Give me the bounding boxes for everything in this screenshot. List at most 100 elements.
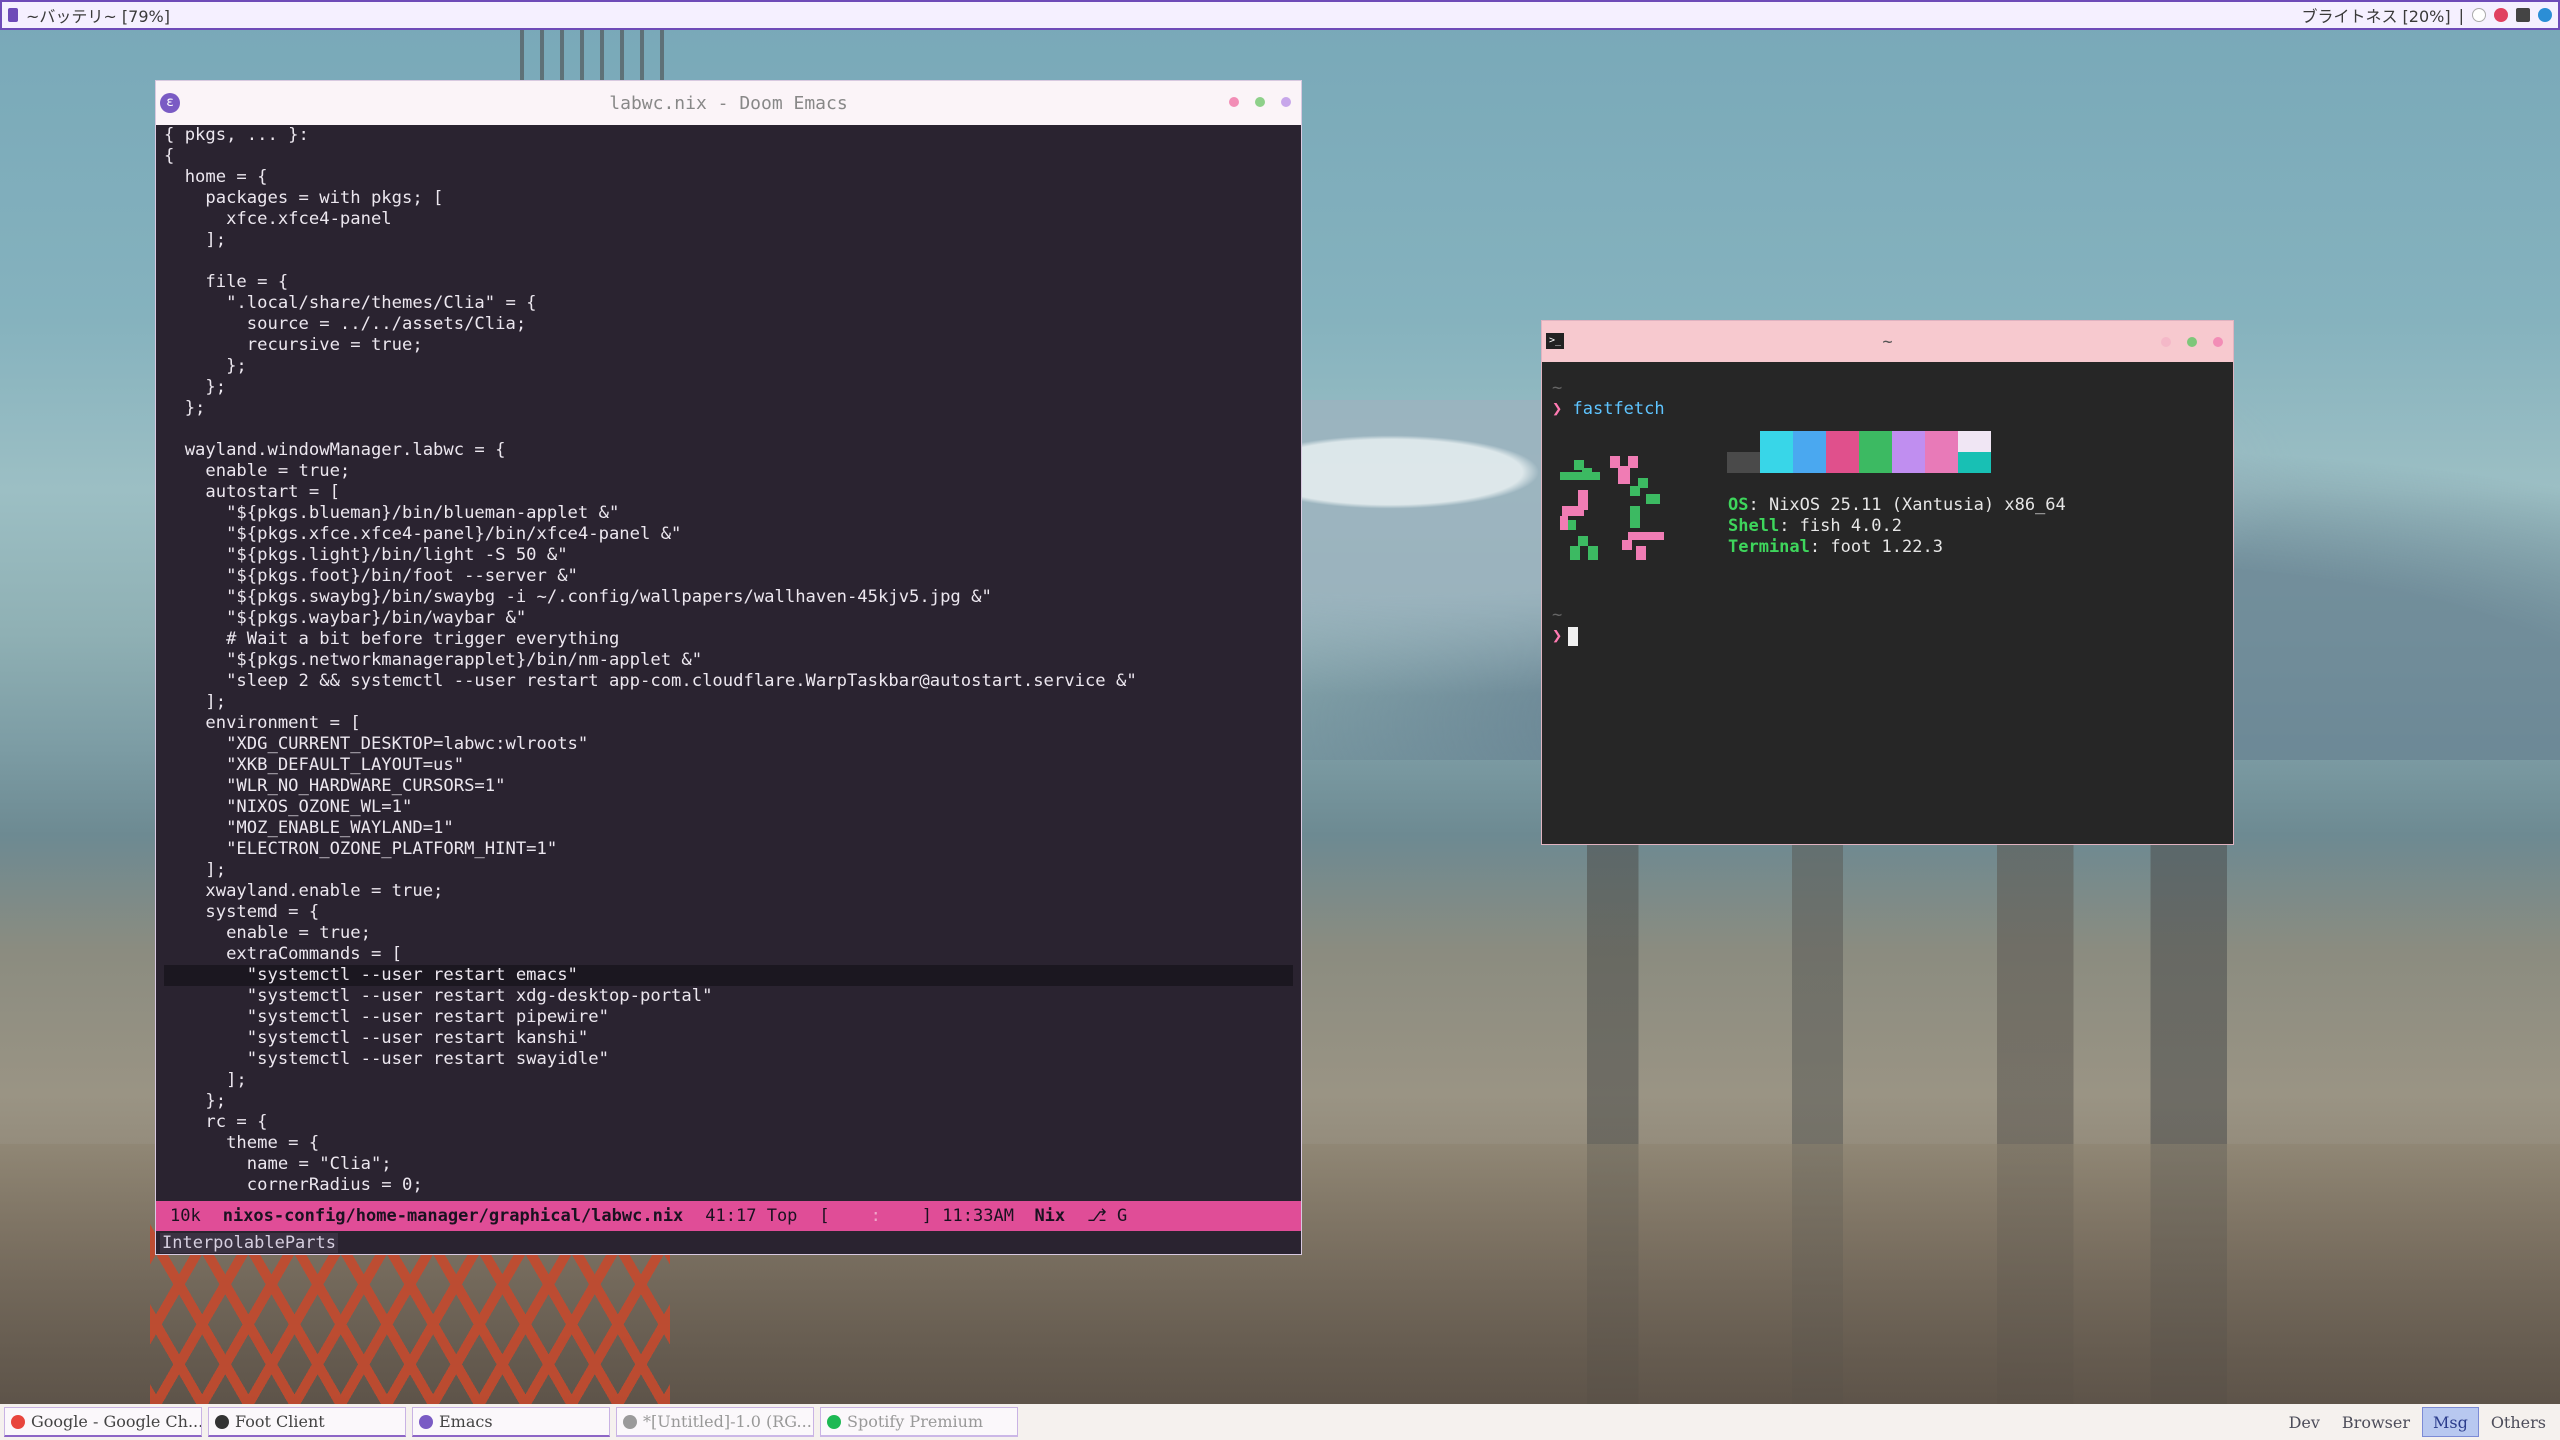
taskbar-item-label: Emacs	[439, 1412, 493, 1431]
code-line[interactable]: ".local/share/themes/Clia" = {	[164, 293, 1293, 314]
code-line[interactable]: "ELECTRON_OZONE_PLATFORM_HINT=1"	[164, 839, 1293, 860]
code-line[interactable]: ];	[164, 230, 1293, 251]
terminal-content[interactable]: ~ ❯ fastfetch OS: NixOS 25.11 (Xantusia)	[1542, 362, 2233, 844]
sysinfo-shell: Shell: fish 4.0.2	[1728, 516, 1903, 536]
wallpaper-tower-top	[520, 28, 680, 88]
minimize-button[interactable]	[2213, 337, 2223, 347]
code-line[interactable]: "${pkgs.swaybg}/bin/swaybg -i ~/.config/…	[164, 587, 1293, 608]
taskbar-item[interactable]: Google - Google Ch...	[4, 1407, 202, 1437]
code-line[interactable]: theme = {	[164, 1133, 1293, 1154]
code-line[interactable]: "WLR_NO_HARDWARE_CURSORS=1"	[164, 776, 1293, 797]
code-line[interactable]: "XKB_DEFAULT_LAYOUT=us"	[164, 755, 1293, 776]
brightness-label[interactable]: ブライトネス [20%]	[2301, 3, 2450, 27]
cloud-icon[interactable]	[2472, 8, 2486, 22]
code-line[interactable]: { pkgs, ... }:	[164, 125, 1293, 146]
code-line[interactable]: ];	[164, 692, 1293, 713]
taskbar-item[interactable]: *[Untitled]-1.0 (RG...	[616, 1407, 814, 1437]
code-line[interactable]: "NIXOS_OZONE_WL=1"	[164, 797, 1293, 818]
command-line: ❯ fastfetch	[1552, 399, 1665, 419]
modeline: 10k nixos-config/home-manager/graphical/…	[156, 1201, 1301, 1231]
taskbar: Google - Google Ch... Foot Client Emacs *[U…	[0, 1404, 2560, 1440]
code-line[interactable]: "systemctl --user restart pipewire"	[164, 1007, 1293, 1028]
code-line[interactable]: "${pkgs.xfce.xfce4-panel}/bin/xfce4-pane…	[164, 524, 1293, 545]
minimize-button[interactable]	[1281, 97, 1291, 107]
code-line[interactable]: systemd = {	[164, 902, 1293, 923]
code-line[interactable]: # Wait a bit before trigger everything	[164, 629, 1293, 650]
nixos-logo-icon	[1560, 456, 1664, 560]
code-line[interactable]: };	[164, 377, 1293, 398]
separator: |	[2458, 5, 2464, 25]
close-button[interactable]	[2161, 337, 2171, 347]
foot-titlebar[interactable]: >_ ~	[1542, 321, 2233, 362]
code-line[interactable]: xwayland.enable = true;	[164, 881, 1293, 902]
emacs-titlebar[interactable]: ε labwc.nix - Doom Emacs	[156, 81, 1301, 125]
code-line[interactable]: file = {	[164, 272, 1293, 293]
code-line[interactable]: "systemctl --user restart kanshi"	[164, 1028, 1293, 1049]
code-line[interactable]: cornerRadius = 0;	[164, 1175, 1293, 1196]
workspace-switcher: Dev Browser Msg Others	[2279, 1407, 2556, 1437]
network-icon[interactable]	[2516, 8, 2530, 22]
code-line[interactable]: packages = with pkgs; [	[164, 188, 1293, 209]
app-icon	[419, 1414, 433, 1429]
close-button[interactable]	[1229, 97, 1239, 107]
code-line[interactable]: "systemctl --user restart swayidle"	[164, 1049, 1293, 1070]
code-line[interactable]: };	[164, 356, 1293, 377]
warp-icon[interactable]	[2538, 8, 2552, 22]
code-line[interactable]: enable = true;	[164, 923, 1293, 944]
color-palette	[1727, 431, 1991, 473]
code-line[interactable]: environment = [	[164, 713, 1293, 734]
active-prompt[interactable]: ~ ❯	[1552, 605, 1579, 647]
code-line[interactable]: ];	[164, 860, 1293, 881]
code-line[interactable]: wayland.windowManager.labwc = {	[164, 440, 1293, 461]
workspace-button[interactable]: Dev	[2279, 1407, 2330, 1437]
taskbar-item-label: Foot Client	[235, 1412, 325, 1431]
code-line[interactable]: {	[164, 146, 1293, 167]
code-line[interactable]: recursive = true;	[164, 335, 1293, 356]
code-line[interactable]: autostart = [	[164, 482, 1293, 503]
emacs-window[interactable]: ε labwc.nix - Doom Emacs { pkgs, ... }:{…	[156, 81, 1301, 1254]
code-line[interactable]: rc = {	[164, 1112, 1293, 1133]
window-controls	[2161, 337, 2223, 347]
app-icon	[215, 1414, 229, 1429]
code-line[interactable]: "${pkgs.light}/bin/light -S 50 &"	[164, 545, 1293, 566]
taskbar-item[interactable]: Spotify Premium	[820, 1407, 1018, 1437]
code-line[interactable]: source = ../../assets/Clia;	[164, 314, 1293, 335]
code-line[interactable]	[164, 251, 1293, 272]
workspace-button[interactable]: Msg	[2421, 1407, 2479, 1437]
workspace-button[interactable]: Others	[2481, 1407, 2556, 1437]
taskbar-item[interactable]: Emacs	[412, 1407, 610, 1437]
code-line[interactable]: "XDG_CURRENT_DESKTOP=labwc:wlroots"	[164, 734, 1293, 755]
bluetooth-icon[interactable]	[2494, 8, 2508, 22]
code-line[interactable]: "${pkgs.blueman}/bin/blueman-applet &"	[164, 503, 1293, 524]
emacs-window-title: labwc.nix - Doom Emacs	[609, 92, 848, 114]
code-line[interactable]: enable = true;	[164, 461, 1293, 482]
buffer-path: nixos-config/home-manager/graphical/labw…	[222, 1206, 684, 1226]
modeline-misc: [ : ] 11:33AM Nix	[819, 1206, 1066, 1226]
taskbar-item[interactable]: Foot Client	[208, 1407, 406, 1437]
code-line[interactable]: "${pkgs.networkmanagerapplet}/bin/nm-app…	[164, 650, 1293, 671]
code-line[interactable]: "systemctl --user restart emacs"	[164, 965, 1293, 986]
workspace-button[interactable]: Browser	[2332, 1407, 2420, 1437]
battery-icon	[8, 8, 18, 22]
code-line[interactable]: "systemctl --user restart xdg-desktop-po…	[164, 986, 1293, 1007]
code-line[interactable]: extraCommands = [	[164, 944, 1293, 965]
palette-swatch	[1892, 431, 1925, 473]
minibuffer[interactable]: InterpolableParts	[156, 1231, 1301, 1254]
code-line[interactable]: "MOZ_ENABLE_WAYLAND=1"	[164, 818, 1293, 839]
code-line[interactable]: name = "Clia";	[164, 1154, 1293, 1175]
code-line[interactable]: ];	[164, 1070, 1293, 1091]
editor-buffer[interactable]: { pkgs, ... }:{ home = { packages = with…	[156, 125, 1301, 1201]
code-line[interactable]	[164, 419, 1293, 440]
sysinfo-os: OS: NixOS 25.11 (Xantusia) x86_64	[1728, 495, 2066, 515]
maximize-button[interactable]	[1255, 97, 1265, 107]
code-line[interactable]: xfce.xfce4-panel	[164, 209, 1293, 230]
battery-label[interactable]: ~バッテリ~ [79%]	[26, 3, 170, 27]
maximize-button[interactable]	[2187, 337, 2197, 347]
code-line[interactable]: };	[164, 398, 1293, 419]
code-line[interactable]: "${pkgs.waybar}/bin/waybar &"	[164, 608, 1293, 629]
code-line[interactable]: };	[164, 1091, 1293, 1112]
code-line[interactable]: home = {	[164, 167, 1293, 188]
foot-terminal-window[interactable]: >_ ~ ~ ❯ fastfetch OS: NixOS 25.11 (Xant…	[1542, 321, 2233, 844]
code-line[interactable]: "${pkgs.foot}/bin/foot --server &"	[164, 566, 1293, 587]
code-line[interactable]: "sleep 2 && systemctl --user restart app…	[164, 671, 1293, 692]
